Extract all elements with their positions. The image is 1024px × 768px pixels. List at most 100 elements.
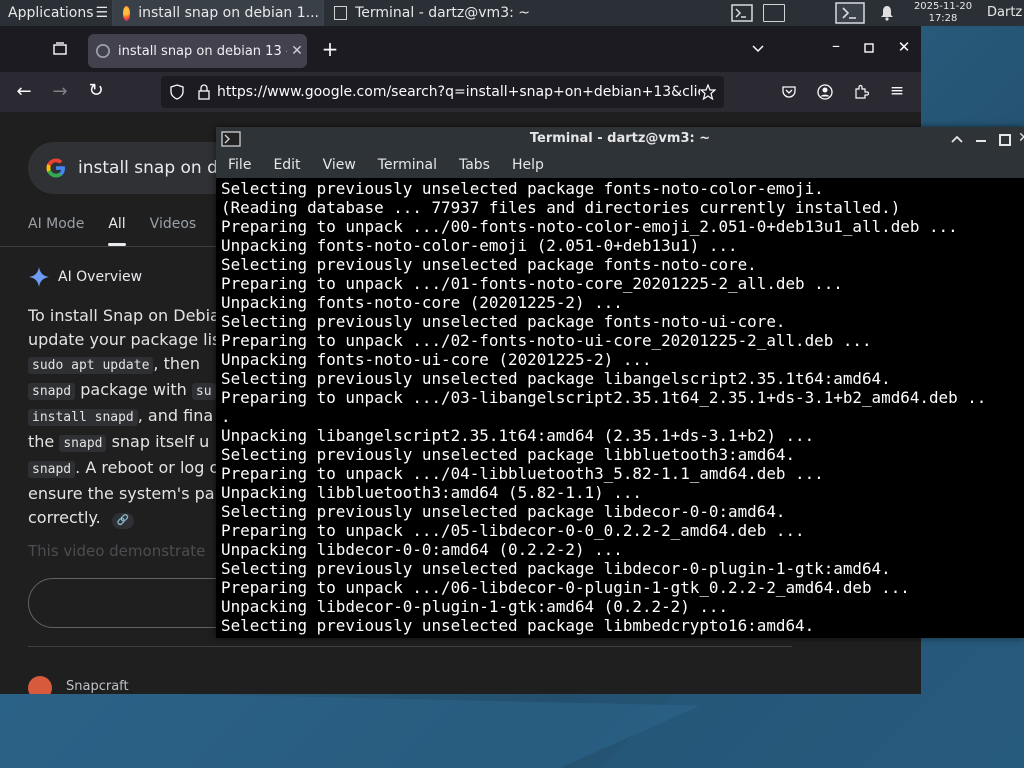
tab-all[interactable]: All (108, 216, 127, 246)
tab-videos[interactable]: Videos (150, 216, 197, 232)
tab-google-search[interactable]: install snap on debian 13 - ✕ (88, 34, 307, 68)
terminal-line: . (221, 407, 231, 426)
terminal-line: Unpacking fonts-noto-color-emoji (2.051-… (221, 236, 738, 255)
wallpaper-shape (0, 690, 700, 768)
overview-line: snapd package with su (28, 378, 228, 404)
tab-ai-mode[interactable]: AI Mode (28, 216, 84, 232)
code-snippet: su (191, 383, 216, 400)
account-icon[interactable] (817, 84, 833, 100)
notification-bell-icon[interactable] (879, 5, 895, 21)
app-menu-icon[interactable]: ≡ (888, 81, 906, 101)
user-menu[interactable]: Dartz (987, 0, 1022, 26)
terminal-menubar: File Edit View Terminal Tabs Help (216, 152, 1024, 178)
overview-line: correctly. 🔗 (28, 506, 228, 530)
menu-tabs[interactable]: Tabs (459, 157, 490, 173)
terminal-line: Selecting previously unselected package … (221, 369, 891, 388)
close-tab-icon[interactable]: ✕ (287, 43, 307, 59)
clock-time: 17:28 (928, 13, 958, 24)
menu-file[interactable]: File (228, 157, 251, 173)
taskbar-item-terminal[interactable]: Terminal - dartz@vm3: ~ (323, 0, 534, 26)
workspace-switcher[interactable] (763, 4, 785, 22)
ai-overview-label: AI Overview (58, 269, 143, 285)
tab-overview-icon[interactable] (52, 41, 68, 57)
terminal-titlebar[interactable]: Terminal - dartz@vm3: ~ ✕ (216, 127, 1024, 152)
terminal-window: Terminal - dartz@vm3: ~ ✕ File Edit View… (216, 127, 1024, 638)
terminal-launcher-icon[interactable] (731, 4, 753, 22)
url-bar[interactable]: https://www.google.com/search?q=install+… (161, 76, 724, 108)
back-icon[interactable]: ← (14, 81, 34, 102)
terminal-icon (334, 6, 348, 20)
menu-help[interactable]: Help (512, 157, 544, 173)
applications-menu[interactable]: Applications ☰ (0, 0, 112, 26)
code-snippet: snapd (28, 461, 76, 478)
result-source-name: Snapcraft (66, 678, 129, 694)
terminal-line: Preparing to unpack .../04-libbluetooth3… (221, 464, 824, 483)
overview-text: package with (75, 380, 192, 399)
menu-edit[interactable]: Edit (273, 157, 300, 173)
terminal-line: Selecting previously unselected package … (221, 616, 815, 635)
terminal-line: Unpacking fonts-noto-core (20201225-2) .… (221, 293, 623, 312)
taskbar-item-firefox[interactable]: install snap on debian 1... (112, 0, 323, 26)
ai-overview-header: AI Overview (28, 266, 142, 288)
google-logo-icon (46, 158, 65, 178)
terminal-indicator-icon[interactable] (835, 2, 865, 24)
shade-icon[interactable] (951, 134, 963, 146)
minimize-icon[interactable]: – (828, 36, 844, 55)
firefox-icon (123, 5, 131, 21)
terminal-line: Selecting previously unselected package … (221, 255, 757, 274)
pocket-icon[interactable] (781, 84, 797, 100)
overview-line: install snapd, and fina (28, 404, 228, 430)
terminal-line: Unpacking libbluetooth3:amd64 (5.82-1.1)… (221, 483, 642, 502)
list-all-tabs-icon[interactable] (751, 42, 765, 56)
overview-line: the snapd snap itself u (28, 430, 228, 456)
video-description-faded: This video demonstrate (28, 542, 206, 560)
lock-icon[interactable] (197, 84, 211, 100)
extensions-icon[interactable] (853, 84, 869, 100)
maximize-icon[interactable] (999, 134, 1011, 146)
clock-date: 2025-11-20 (913, 1, 973, 12)
overview-text: correctly. (28, 508, 101, 527)
tab-bar: install snap on debian 13 - ✕ + – ✕ (0, 26, 921, 72)
terminal-line: (Reading database ... 77937 files and di… (221, 198, 901, 217)
terminal-title: Terminal - dartz@vm3: ~ (529, 131, 711, 146)
divider (28, 646, 792, 647)
terminal-line: Preparing to unpack .../02-fonts-noto-ui… (221, 331, 872, 350)
overview-line: ensure the system's pa (28, 484, 215, 503)
terminal-line: Selecting previously unselected package … (221, 179, 824, 198)
forward-icon[interactable]: → (50, 81, 70, 102)
google-favicon-icon (96, 44, 110, 58)
terminal-line: Preparing to unpack .../01-fonts-noto-co… (221, 274, 843, 293)
overview-text: the (28, 432, 60, 451)
applications-menu-icon: ☰ (95, 5, 109, 21)
reload-icon[interactable]: ↻ (86, 80, 106, 101)
terminal-line: Unpacking fonts-noto-ui-core (20201225-2… (221, 350, 652, 369)
terminal-output[interactable]: Selecting previously unselected package … (221, 179, 1024, 638)
overview-text: . A reboot or log o (75, 458, 220, 477)
tracking-protection-icon[interactable] (169, 84, 185, 100)
divider (0, 246, 221, 247)
menu-terminal[interactable]: Terminal (378, 157, 437, 173)
terminal-line: Unpacking libangelscript2.35.1t64:amd64 … (221, 426, 815, 445)
result-source[interactable]: Snapcraft (28, 676, 129, 694)
overview-text: snap itself u (106, 432, 210, 451)
taskbar-item-label: install snap on debian 1... (138, 5, 319, 21)
terminal-line: Selecting previously unselected package … (221, 559, 891, 578)
bookmark-star-icon[interactable] (700, 84, 716, 100)
close-window-icon[interactable]: ✕ (895, 38, 913, 56)
overview-line: snapd. A reboot or log o (28, 456, 228, 482)
link-icon[interactable]: 🔗 (111, 513, 134, 529)
terminal-line: Preparing to unpack .../03-libangelscrip… (221, 388, 987, 407)
minimize-icon[interactable] (976, 140, 986, 142)
overview-line: sudo apt update, then (28, 352, 228, 378)
maximize-icon[interactable] (864, 43, 874, 53)
taskbar-item-label: Terminal - dartz@vm3: ~ (355, 5, 530, 21)
clock[interactable]: 2025-11-20 17:28 (908, 1, 978, 25)
search-query-text: install snap on de (78, 158, 229, 178)
sparkle-icon (29, 267, 49, 287)
close-icon[interactable]: ✕ (1018, 130, 1024, 146)
menu-view[interactable]: View (323, 157, 356, 173)
new-tab-icon[interactable]: + (320, 37, 340, 61)
code-snippet: sudo apt update (28, 357, 154, 374)
ai-overview-text: To install Snap on Debia update your pac… (28, 304, 228, 530)
navigation-toolbar: ← → ↻ https://www.google.com/search?q=in… (0, 72, 921, 112)
